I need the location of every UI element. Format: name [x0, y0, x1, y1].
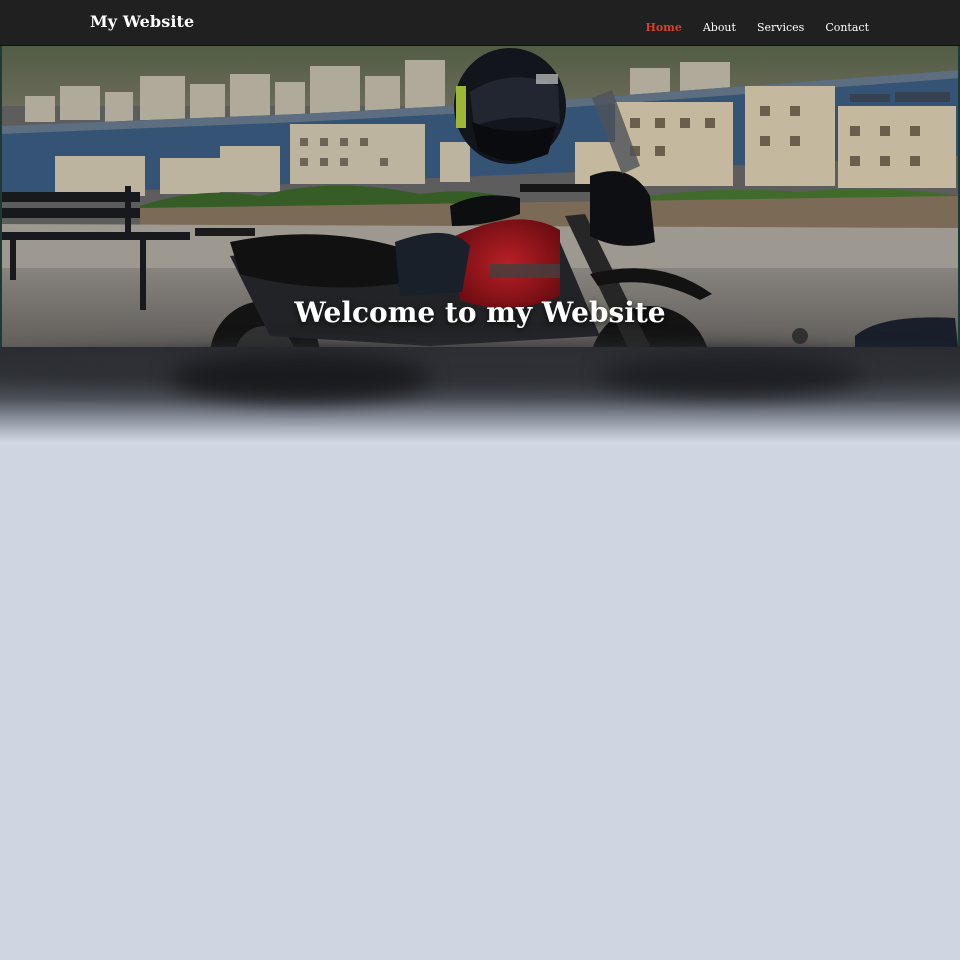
shadow-blob [600, 355, 860, 395]
nav-link-home[interactable]: Home [645, 21, 681, 34]
nav-item-services: Services [757, 16, 804, 35]
nav-link-contact[interactable]: Contact [825, 21, 869, 34]
navbar: My Website Home About Services Contact [0, 0, 960, 46]
hero-title: Welcome to my Website [294, 296, 666, 329]
nav-links: Home About Services Contact [645, 16, 869, 35]
brand-logo-link[interactable]: My Website [90, 12, 194, 31]
nav-item-about: About [703, 16, 736, 35]
nav-link-about[interactable]: About [703, 21, 736, 34]
hero-section: Welcome to my Website [0, 46, 960, 347]
hero-shadow-band [0, 347, 960, 441]
nav-item-home: Home [645, 16, 681, 35]
nav-link-services[interactable]: Services [757, 21, 804, 34]
shadow-blob [170, 353, 430, 401]
nav-item-contact: Contact [825, 16, 869, 35]
